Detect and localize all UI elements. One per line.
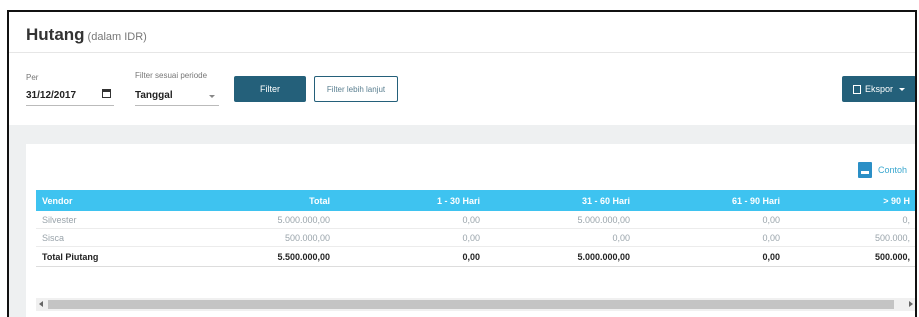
aging-table: Vendor Total 1 - 30 Hari 31 - 60 Hari 61…: [36, 190, 915, 267]
table-cell: 0,00: [486, 228, 636, 247]
app-frame: Hutang (dalam IDR) Per 31/12/2017 Filter …: [7, 10, 917, 317]
doc-icon: [857, 162, 872, 178]
page-header: Hutang (dalam IDR): [9, 12, 915, 53]
total-cell: 5.000.000,00: [486, 246, 636, 267]
table-cell: 0,00: [336, 228, 486, 247]
export-chevron-icon: [899, 87, 905, 91]
column-header-61-90[interactable]: 61 - 90 Hari: [636, 190, 786, 211]
contoh-link-label: Contoh: [877, 165, 907, 175]
period-filter-select[interactable]: Tanggal: [135, 90, 173, 101]
contoh-link[interactable]: Contoh: [857, 162, 907, 178]
table-row: Sisca 500.000,00 0,00 0,00 0,00 500.000,: [36, 228, 915, 247]
page-subtitle: (dalam IDR): [87, 31, 147, 43]
vendor-link[interactable]: Silvester: [36, 211, 186, 229]
page-title-text: Hutang: [26, 25, 85, 44]
top-strip: [0, 0, 919, 10]
table-cell: 0,00: [336, 211, 486, 229]
table-cell: 0,00: [636, 211, 786, 229]
column-header-vendor[interactable]: Vendor: [36, 190, 186, 211]
period-filter-underline: [135, 105, 219, 106]
column-header-1-30[interactable]: 1 - 30 Hari: [336, 190, 486, 211]
period-filter-label: Filter sesuai periode: [135, 71, 208, 80]
calendar-icon[interactable]: [102, 89, 111, 98]
table-cell: 5.000.000,00: [486, 211, 636, 229]
table-row: Silvester 5.000.000,00 0,00 5.000.000,00…: [36, 211, 915, 229]
table-cell: 5.000.000,00: [186, 211, 336, 229]
table-cell: 0,00: [636, 228, 786, 247]
filter-bar: Per 31/12/2017 Filter sesuai periode Tan…: [9, 53, 915, 125]
per-date-input[interactable]: 31/12/2017: [26, 90, 76, 101]
table-cell: 500.000,: [786, 228, 915, 247]
total-cell: 0,00: [636, 246, 786, 267]
report-card: Contoh Vendor Total 1 - 30 Hari 31 - 60 …: [26, 144, 915, 317]
column-header-total[interactable]: Total: [186, 190, 336, 211]
scroll-left-icon[interactable]: [39, 301, 43, 307]
total-label: Total Piutang: [36, 246, 186, 267]
table-header-row: Vendor Total 1 - 30 Hari 31 - 60 Hari 61…: [36, 190, 915, 211]
table-cell: 0,: [786, 211, 915, 229]
vendor-link[interactable]: Sisca: [36, 228, 186, 247]
column-header-over-90[interactable]: > 90 H: [786, 190, 915, 211]
filter-button[interactable]: Filter: [234, 76, 306, 102]
chevron-down-icon[interactable]: [209, 95, 215, 98]
total-cell: 500.000,: [786, 246, 915, 267]
horizontal-scrollbar[interactable]: [36, 298, 915, 311]
export-button-label: Ekspor: [864, 84, 893, 94]
export-button[interactable]: Ekspor: [842, 76, 915, 102]
per-date-underline: [26, 105, 114, 106]
total-cell: 0,00: [336, 246, 486, 267]
per-label: Per: [26, 73, 39, 82]
total-cell: 5.500.000,00: [186, 246, 336, 267]
table-cell: 500.000,00: [186, 228, 336, 247]
more-filter-button[interactable]: Filter lebih lanjut: [314, 76, 398, 102]
scroll-right-icon[interactable]: [909, 301, 913, 307]
column-header-31-60[interactable]: 31 - 60 Hari: [486, 190, 636, 211]
export-icon: [852, 84, 861, 94]
total-row: Total Piutang 5.500.000,00 0,00 5.000.00…: [36, 246, 915, 267]
scrollbar-thumb[interactable]: [48, 300, 894, 309]
page-title: Hutang (dalam IDR): [26, 25, 147, 45]
